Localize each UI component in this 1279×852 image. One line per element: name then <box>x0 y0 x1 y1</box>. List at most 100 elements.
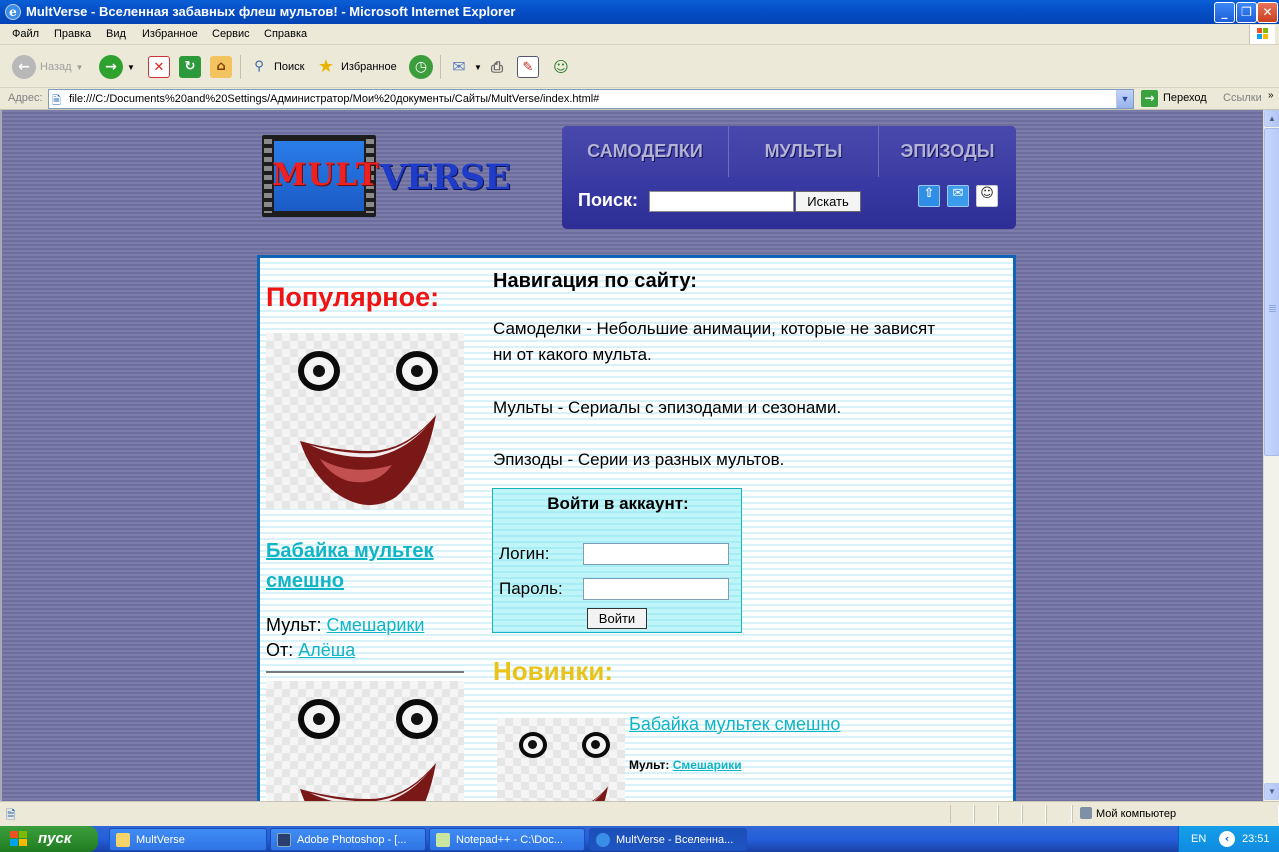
password-input[interactable] <box>583 578 729 600</box>
taskbar-item[interactable]: MultVerse <box>109 828 267 851</box>
close-button[interactable]: ✕ <box>1257 2 1278 23</box>
taskbar-item-label: MultVerse - Вселенна... <box>616 834 734 846</box>
history-button[interactable]: ◷ <box>409 53 433 81</box>
photoshop-icon <box>277 833 291 847</box>
popular-item-title[interactable]: Бабайка мультек смешно <box>266 536 466 596</box>
taskbar: пуск MultVerse Adobe Photoshop - [... No… <box>0 826 1279 852</box>
popular-item-author: От: Алёша <box>266 640 355 661</box>
nav-panel: Самоделки Мульты Эпизоды Поиск: Искать ⇧… <box>562 126 1016 229</box>
menu-tools[interactable]: Сервис <box>212 28 250 40</box>
navigation-line: Эпизоды - Серии из разных мультов. <box>493 450 785 469</box>
logo-text-mult: MULT <box>272 157 380 193</box>
address-dropdown-icon[interactable]: ▼ <box>1116 90 1133 108</box>
popular-thumbnail[interactable] <box>266 333 464 509</box>
chevron-down-icon: ▼ <box>474 62 482 72</box>
menu-view[interactable]: Вид <box>106 28 126 40</box>
smiley-icon[interactable]: ☺ <box>976 185 998 207</box>
menu-help[interactable]: Справка <box>264 28 307 40</box>
chevron-down-icon: ▼ <box>127 62 135 72</box>
back-arrow-icon: ← <box>12 55 36 79</box>
messenger-icon: ☺ <box>553 58 569 76</box>
menu-file[interactable]: Файл <box>12 28 39 40</box>
chevron-right-icon[interactable]: » <box>1268 90 1274 101</box>
edit-icon: ✎ <box>517 56 539 78</box>
taskbar-item[interactable]: Notepad++ - C:\Doc... <box>429 828 585 851</box>
favorites-label: Избранное <box>341 61 397 73</box>
search-input[interactable] <box>649 191 794 212</box>
new-item-title[interactable]: Бабайка мультек смешно <box>629 714 840 735</box>
toolbar: ← Назад ▼ → ▼ ✕ ↻ ⌂ ⚲ Поиск ★ Избранное … <box>0 45 1279 88</box>
maximize-button[interactable]: ❐ <box>1236 2 1257 23</box>
mail-icon[interactable]: ✉ <box>947 185 969 207</box>
mult-link[interactable]: Смешарики <box>327 615 425 635</box>
popular-item-mult: Мульт: Смешарики <box>266 615 424 636</box>
back-button[interactable]: ← Назад ▼ <box>12 53 83 81</box>
forward-button[interactable]: → ▼ <box>99 53 135 81</box>
home-button[interactable]: ⌂ <box>210 53 232 81</box>
go-arrow-icon[interactable]: → <box>1141 90 1158 107</box>
taskbar-item[interactable]: MultVerse - Вселенна... <box>589 828 747 851</box>
language-indicator[interactable]: EN <box>1191 833 1206 845</box>
menu-bar: Файл Правка Вид Избранное Сервис Справка <box>0 24 1279 45</box>
links-button[interactable]: Ссылки <box>1223 92 1262 104</box>
nav-tab-episodes[interactable]: Эпизоды <box>878 126 1016 177</box>
mult-link[interactable]: Смешарики <box>673 758 742 772</box>
menu-favorites[interactable]: Избранное <box>142 28 198 40</box>
window-title: MultVerse - Вселенная забавных флеш муль… <box>26 4 516 19</box>
windows-logo-icon <box>10 831 28 847</box>
author-link[interactable]: Алёша <box>298 640 355 660</box>
menu-edit[interactable]: Правка <box>54 28 91 40</box>
scroll-thumb[interactable] <box>1264 128 1279 456</box>
mail-button[interactable]: ✉ ▼ <box>448 53 482 81</box>
scroll-down-icon[interactable]: ▼ <box>1264 783 1279 800</box>
logo-text-verse: VERSE <box>380 157 511 198</box>
new-item-mult: Мульт: Смешарики <box>629 758 742 772</box>
from-label: От: <box>266 640 294 660</box>
popular-thumbnail[interactable] <box>266 681 464 801</box>
taskbar-item[interactable]: Adobe Photoshop - [... <box>270 828 426 851</box>
stop-button[interactable]: ✕ <box>148 53 170 81</box>
edit-button[interactable]: ✎ <box>517 53 539 81</box>
print-button[interactable]: ⎙ <box>486 53 508 81</box>
address-label: Адрес: <box>8 92 43 104</box>
title-bar: e MultVerse - Вселенная забавных флеш му… <box>0 0 1279 24</box>
login-title: Войти в аккаунт: <box>547 494 689 513</box>
minimize-button[interactable]: _ <box>1214 2 1235 23</box>
new-title: Новинки: <box>493 656 613 686</box>
search-icon: ⚲ <box>254 59 264 74</box>
page-icon: 🗎 <box>52 94 61 107</box>
start-button[interactable]: пуск <box>0 826 98 852</box>
messenger-button[interactable]: ☺ <box>550 53 572 81</box>
ie-icon <box>596 833 610 847</box>
site-logo[interactable]: MULT VERSE <box>262 135 511 217</box>
address-input[interactable]: 🗎 file:///C:/Documents%20and%20Settings/… <box>48 89 1134 109</box>
up-arrow-icon[interactable]: ⇧ <box>918 185 940 207</box>
stop-icon: ✕ <box>148 56 170 78</box>
start-label: пуск <box>38 830 72 847</box>
mult-label: Мульт: <box>266 615 322 635</box>
mult-label: Мульт: <box>629 758 670 772</box>
login-submit-button[interactable]: Войти <box>587 608 647 629</box>
status-bar: 🗎 Мой компьютер <box>0 801 1279 825</box>
divider <box>266 671 464 673</box>
new-item-thumbnail[interactable] <box>497 718 625 801</box>
refresh-button[interactable]: ↻ <box>179 53 201 81</box>
nav-tab-samodelki[interactable]: Самоделки <box>562 126 728 177</box>
security-zone: Мой компьютер <box>1096 808 1177 820</box>
nav-tab-multy[interactable]: Мульты <box>728 126 878 177</box>
refresh-icon: ↻ <box>179 56 201 78</box>
toolbar-separator <box>440 55 441 79</box>
login-input[interactable] <box>583 543 729 565</box>
navigation-line: Самоделки - Небольшие анимации, которые … <box>493 319 936 338</box>
search-submit-button[interactable]: Искать <box>795 191 861 212</box>
search-button[interactable]: ⚲ Поиск <box>248 53 304 81</box>
tray-arrow-icon[interactable]: ‹ <box>1219 831 1235 847</box>
vertical-scrollbar[interactable]: ▲ ▼ <box>1263 110 1279 801</box>
favorites-button[interactable]: ★ Избранное <box>315 53 397 81</box>
scroll-up-icon[interactable]: ▲ <box>1264 110 1279 127</box>
login-label: Логин: <box>499 544 550 563</box>
search-label: Поиск <box>274 61 305 73</box>
go-button[interactable]: Переход <box>1163 92 1207 104</box>
history-icon: ◷ <box>409 55 433 79</box>
ie-icon: e <box>5 4 21 20</box>
